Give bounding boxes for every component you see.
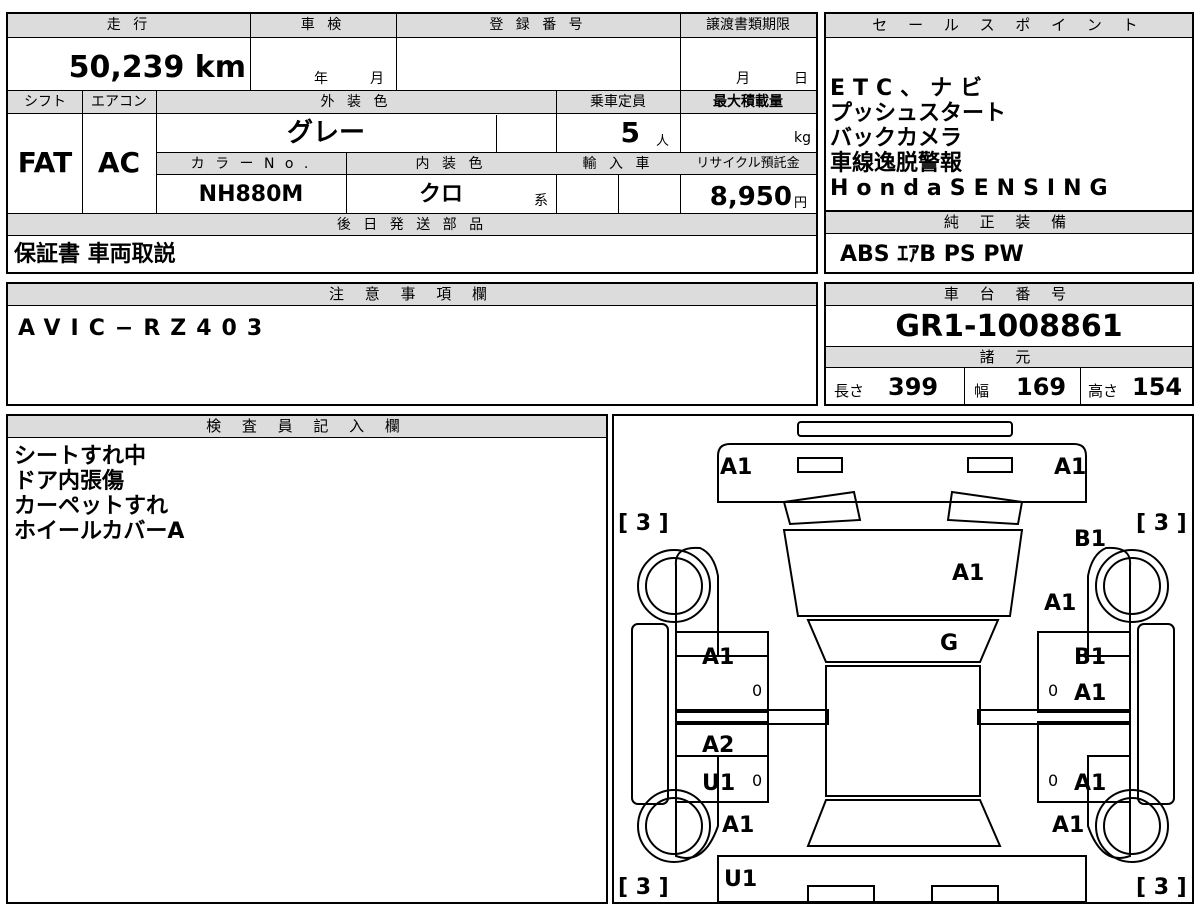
exterior-color-value: グレー [286, 118, 365, 148]
transfer-deadline-label: 譲渡書類期限 [706, 17, 790, 33]
inspector-line: カーペットすれ [14, 494, 169, 519]
chassis-section: 車 台 番 号 GR1-1008861 諸 元 長さ 399 幅 169 高さ … [824, 282, 1194, 406]
sales-points-label: セ ー ル ス ポ イ ン ト [826, 14, 1192, 38]
damage-rear-bottom: U1 [724, 867, 758, 892]
tire-mark-front-right: [ 3 ] [1136, 511, 1187, 536]
length-value: 399 [888, 373, 939, 401]
exterior-color-label: 外 装 色 [320, 94, 392, 110]
capacity-label: 乗車定員 [590, 94, 646, 110]
sales-point-item: 車線逸脱警報 [830, 151, 963, 176]
inspector-section: 検 査 員 記 入 欄 シートすれ中 ドア内張傷 カーペットすれ ホイールカバー… [6, 414, 608, 904]
sales-point-item: HondaSENSING [830, 176, 1116, 201]
inspector-lines: シートすれ中 ドア内張傷 カーペットすれ ホイールカバーA [14, 444, 184, 544]
genuine-label: 純 正 装 備 [826, 212, 1192, 234]
sales-point-item: ETC、ナビ [830, 76, 991, 101]
damage-windshield: G [940, 631, 959, 656]
damage-front-right: A1 [1054, 455, 1087, 480]
tire-mark-rear-right: [ 3 ] [1136, 875, 1187, 900]
notes-label: 注 意 事 項 欄 [8, 284, 816, 306]
ac-value: AC [97, 146, 141, 179]
notes-section: 注 意 事 項 欄 AVIC−RZ403 [6, 282, 818, 406]
color-number-value: NH880M [198, 182, 304, 207]
genuine-value: ABS ｴｱB PS PW [840, 242, 1024, 267]
damage-hood-right: A1 [1044, 591, 1077, 616]
shift-label: シフト [24, 94, 66, 110]
inspector-line: シートすれ中 [14, 444, 147, 469]
height-value: 154 [1132, 373, 1183, 401]
recycle-label: リサイクル預託金 [696, 156, 800, 171]
interior-color-suffix: 系 [534, 193, 548, 209]
max-load-label: 最大積載量 [713, 94, 783, 110]
damage-front-door-right-2: A1 [1074, 681, 1107, 706]
interior-color-value: クロ [418, 182, 463, 207]
chassis-label: 車 台 番 号 [826, 284, 1192, 306]
width-value: 169 [1016, 373, 1067, 401]
recycle-unit: 円 [794, 196, 808, 211]
damage-hood-center: A1 [952, 561, 985, 586]
import-label: 輸 入 車 [582, 156, 654, 172]
dent-zero: 0 [752, 771, 763, 790]
interior-color-label: 内 装 色 [415, 156, 487, 172]
transfer-month: 月 [736, 71, 750, 87]
tire-mark-front-left: [ 3 ] [618, 511, 669, 536]
notes-value: AVIC−RZ403 [18, 316, 273, 341]
max-load-unit: kg [794, 130, 811, 146]
damage-rear-door-left-2: U1 [702, 771, 736, 796]
shaken-label: 車 検 [300, 17, 346, 33]
damage-quarter-left: A1 [722, 813, 755, 838]
sales-point-item: プッシュスタート [830, 101, 1007, 126]
mileage-label: 走 行 [106, 17, 152, 33]
capacity-value: 5 [620, 116, 640, 149]
damage-quarter-right: A1 [1052, 813, 1085, 838]
dent-zero: 0 [1048, 681, 1059, 700]
genuine-equipment-section: 純 正 装 備 ABS ｴｱB PS PW [824, 210, 1194, 274]
damage-front-door-right-1: B1 [1074, 645, 1107, 670]
shaken-month: 月 [370, 71, 384, 87]
recycle-value: 8,950 [709, 182, 792, 212]
capacity-unit: 人 [656, 134, 670, 149]
mileage-value: 50,239 km [68, 50, 246, 85]
transfer-day: 日 [794, 71, 808, 87]
inspector-line: ホイールカバーA [14, 519, 185, 544]
sales-point-item: バックカメラ [830, 126, 963, 151]
shaken-year: 年 [314, 71, 328, 87]
dent-zero: 0 [752, 681, 763, 700]
later-parts-label: 後 日 発 送 部 品 [336, 217, 488, 233]
later-parts-value: 保証書 車両取説 [14, 242, 176, 267]
height-label: 高さ [1088, 382, 1119, 400]
width-label: 幅 [974, 382, 990, 400]
tire-mark-rear-left: [ 3 ] [618, 875, 669, 900]
registration-label: 登 録 番 号 [489, 17, 587, 33]
damage-front-left: A1 [720, 455, 753, 480]
sales-points-list: ETC、ナビ プッシュスタート バックカメラ 車線逸脱警報 HondaSENSI… [830, 76, 1116, 201]
sales-points-section: セ ー ル ス ポ イ ン ト ETC、ナビ プッシュスタート バックカメラ 車… [824, 12, 1194, 212]
chassis-value: GR1-1008861 [895, 309, 1123, 344]
damage-front-door-left: A1 [702, 645, 735, 670]
dent-zero: 0 [1048, 771, 1059, 790]
color-number-label: カ ラ ー N o . [190, 156, 312, 172]
inspector-label: 検 査 員 記 入 欄 [8, 416, 606, 438]
damage-rear-door-right: A1 [1074, 771, 1107, 796]
damage-fender-right: B1 [1074, 527, 1107, 552]
shift-value: FAT [17, 146, 73, 179]
ac-label: エアコン [91, 94, 147, 110]
car-diagram: [ 3 ] [ 3 ] [ 3 ] [ 3 ] A1 A1 B1 A1 A1 G… [612, 414, 1194, 904]
damage-rear-door-left-1: A2 [702, 733, 735, 758]
specs-label: 諸 元 [826, 346, 1192, 368]
inspector-line: ドア内張傷 [14, 469, 125, 494]
length-label: 長さ [834, 382, 865, 400]
vehicle-info-table: 走 行 車 検 登 録 番 号 譲渡書類期限 50,239 km 年 月 月 日… [6, 12, 818, 274]
